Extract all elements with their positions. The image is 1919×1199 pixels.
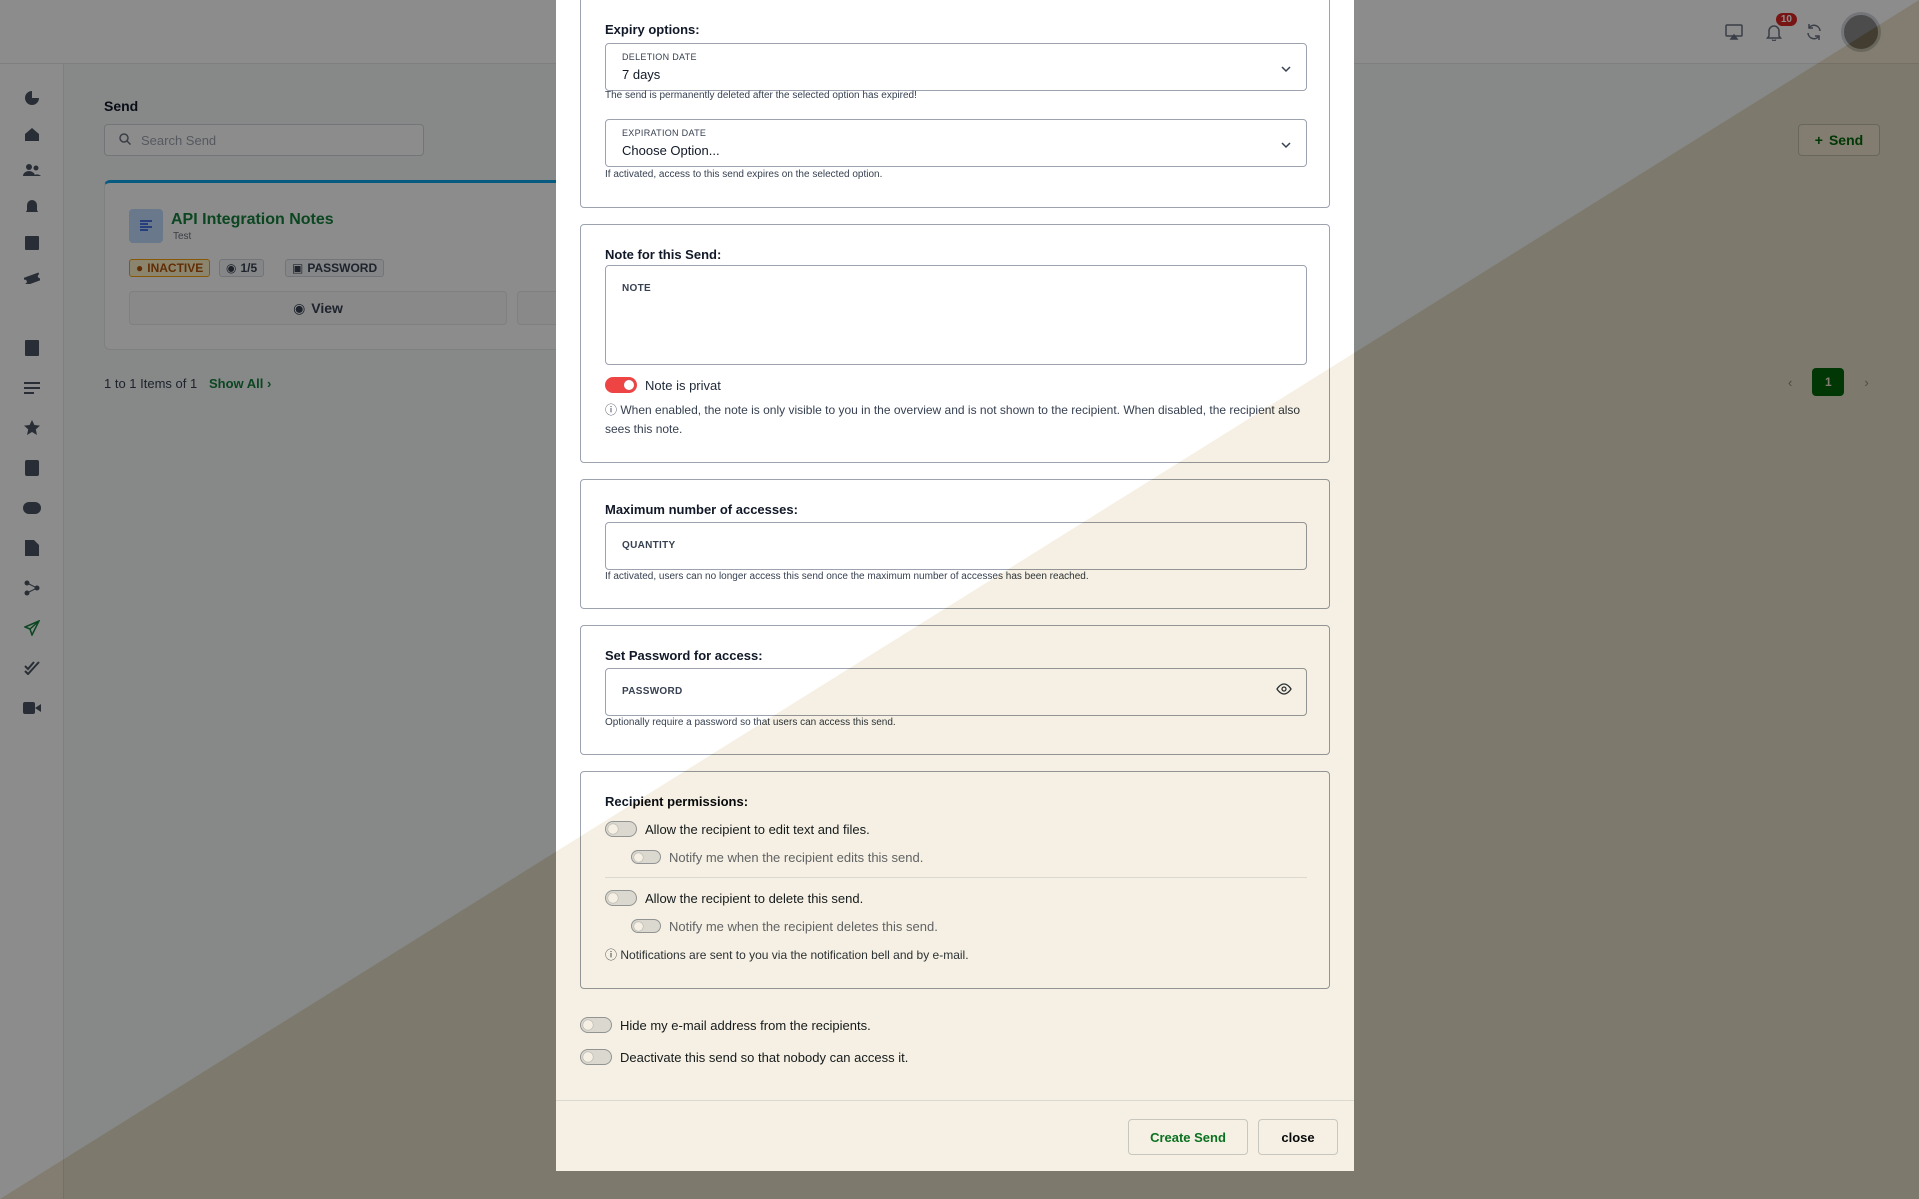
close-button[interactable]: close	[1258, 1119, 1338, 1155]
create-send-button[interactable]: Create Send	[1128, 1119, 1248, 1155]
permissions-title: Recipient permissions:	[605, 794, 749, 809]
expiration-date-help: If activated, access to this send expire…	[605, 169, 883, 180]
expiration-date-label: EXPIRATION DATE	[622, 128, 707, 138]
password-help: Optionally require a password so that us…	[605, 717, 896, 728]
expiry-section: Expiry options: DELETION DATE 7 days The…	[580, 0, 1330, 208]
allow-delete-toggle[interactable]	[605, 890, 637, 906]
note-private-label: Note is privat	[645, 378, 721, 393]
note-placeholder: NOTE	[622, 283, 651, 294]
chevron-down-icon	[1280, 61, 1292, 76]
hide-email-label: Hide my e-mail address from the recipien…	[620, 1018, 871, 1033]
expiry-title: Expiry options:	[605, 22, 700, 37]
deletion-date-help: The send is permanently deleted after th…	[605, 90, 917, 101]
permissions-info-text: Notifications are sent to you via the no…	[620, 948, 969, 962]
max-access-title: Maximum number of accesses:	[605, 502, 798, 517]
notify-delete-label: Notify me when the recipient deletes thi…	[669, 919, 938, 934]
allow-edit-toggle[interactable]	[605, 821, 637, 837]
deletion-date-label: DELETION DATE	[622, 52, 697, 62]
password-input[interactable]: PASSWORD	[605, 668, 1307, 716]
notify-edit-toggle[interactable]	[631, 850, 661, 864]
password-placeholder: PASSWORD	[622, 686, 683, 697]
note-title: Note for this Send:	[605, 247, 722, 262]
info-icon: ⓘ	[605, 403, 618, 417]
eye-toggle-icon[interactable]	[1276, 683, 1292, 698]
permissions-section: Recipient permissions: Allow the recipie…	[580, 771, 1330, 989]
note-private-info: ⓘ When enabled, the note is only visible…	[605, 401, 1315, 439]
permissions-info: ⓘ Notifications are sent to you via the …	[605, 946, 969, 965]
deactivate-label: Deactivate this send so that nobody can …	[620, 1050, 909, 1065]
allow-delete-label: Allow the recipient to delete this send.	[645, 891, 864, 906]
hide-email-toggle[interactable]	[580, 1017, 612, 1033]
create-send-modal: Expiry options: DELETION DATE 7 days The…	[556, 0, 1354, 1171]
note-private-toggle[interactable]	[605, 377, 637, 393]
expiration-date-select[interactable]: EXPIRATION DATE Choose Option...	[605, 119, 1307, 167]
permissions-divider	[605, 877, 1307, 878]
notify-delete-toggle[interactable]	[631, 919, 661, 933]
modal-footer-divider	[556, 1100, 1354, 1101]
max-access-help: If activated, users can no longer access…	[605, 571, 1089, 582]
deactivate-toggle[interactable]	[580, 1049, 612, 1065]
max-access-section: Maximum number of accesses: QUANTITY If …	[580, 479, 1330, 609]
note-textarea[interactable]: NOTE	[605, 265, 1307, 365]
info-icon: ⓘ	[605, 948, 618, 962]
deletion-date-select[interactable]: DELETION DATE 7 days	[605, 43, 1307, 91]
notify-edit-label: Notify me when the recipient edits this …	[669, 850, 924, 865]
password-section: Set Password for access: PASSWORD Option…	[580, 625, 1330, 755]
allow-edit-label: Allow the recipient to edit text and fil…	[645, 822, 870, 837]
note-section: Note for this Send: NOTE Note is privat …	[580, 224, 1330, 463]
chevron-down-icon	[1280, 137, 1292, 152]
deletion-date-value: 7 days	[622, 67, 661, 82]
password-title: Set Password for access:	[605, 648, 763, 663]
expiration-date-value: Choose Option...	[622, 143, 720, 158]
quantity-placeholder: QUANTITY	[622, 540, 676, 551]
quantity-input[interactable]: QUANTITY	[605, 522, 1307, 570]
note-private-info-text: When enabled, the note is only visible t…	[605, 403, 1301, 436]
